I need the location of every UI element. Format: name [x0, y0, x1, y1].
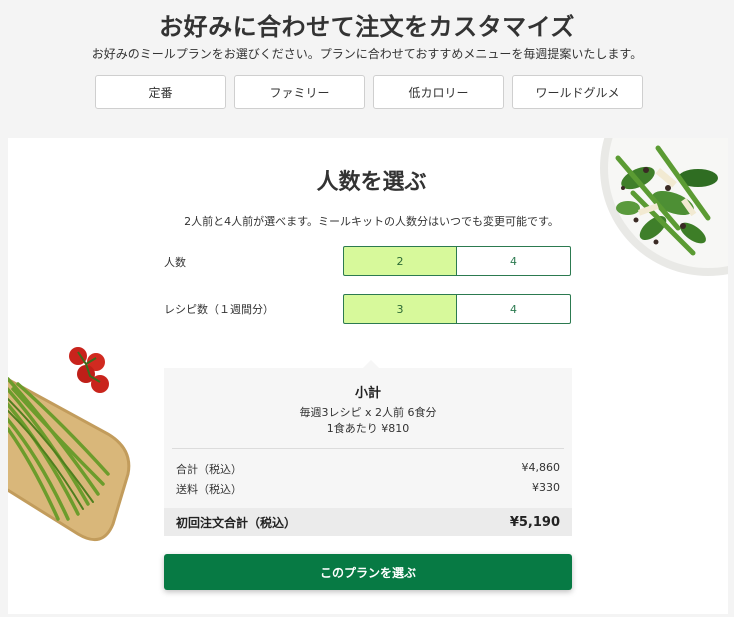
total-label: 初回注文合計（税込）	[176, 515, 297, 530]
plan-tab-family[interactable]: ファミリー	[234, 75, 365, 109]
subtotal-label: 合計（税込）	[176, 463, 242, 476]
page-subtitle: お好みのミールプランをお選びください。プランに合わせておすすめメニューを毎週提案…	[91, 47, 643, 61]
page-title: お好みに合わせて注文をカスタマイズ	[159, 13, 575, 41]
order-summary: 小計 毎週3レシピ x 2人前 6食分 1食あたり ¥810 合計（税込） ¥4…	[164, 368, 572, 536]
shipping-value: ¥330	[532, 481, 560, 494]
summary-divider	[172, 448, 564, 449]
green-beans-board-image	[8, 347, 131, 542]
people-option-4[interactable]: 4	[457, 246, 571, 276]
shipping-row: 送料（税込） ¥330	[176, 481, 560, 497]
plan-tabs: 定番 ファミリー 低カロリー ワールドグルメ	[95, 75, 643, 111]
summary-title: 小計	[354, 386, 381, 401]
recipes-option-3[interactable]: 3	[343, 294, 457, 324]
recipes-option-4[interactable]: 4	[457, 294, 571, 324]
total-row: 初回注文合計（税込） ¥5,190	[164, 508, 572, 536]
people-option-2[interactable]: 2	[343, 246, 457, 276]
salad-plate-image	[600, 138, 728, 276]
recipes-selector: 3 4	[343, 294, 571, 324]
plan-card: 人数を選ぶ 2人前と4人前が選べます。ミールキットの人数分はいつでも変更可能です…	[8, 138, 728, 614]
summary-per-meal: 1食あたり ¥810	[326, 422, 410, 435]
plan-tab-low-calorie[interactable]: 低カロリー	[373, 75, 504, 109]
card-note: 2人前と4人前が選べます。ミールキットの人数分はいつでも変更可能です。	[184, 215, 559, 228]
card-title: 人数を選ぶ	[316, 170, 427, 195]
shipping-label: 送料（税込）	[176, 483, 242, 496]
people-label: 人数	[164, 256, 186, 269]
recipes-label: レシピ数（１週間分）	[164, 303, 274, 316]
summary-notch	[363, 360, 379, 368]
plan-tab-world-gourmet[interactable]: ワールドグルメ	[512, 75, 643, 109]
subtotal-row: 合計（税込） ¥4,860	[176, 461, 560, 477]
plan-tab-standard[interactable]: 定番	[95, 75, 226, 109]
people-selector: 2 4	[343, 246, 571, 276]
subtotal-value: ¥4,860	[521, 461, 561, 474]
total-value: ¥5,190	[509, 514, 560, 530]
select-plan-button[interactable]: このプランを選ぶ	[164, 554, 572, 590]
summary-detail: 毎週3レシピ x 2人前 6食分	[299, 406, 437, 419]
